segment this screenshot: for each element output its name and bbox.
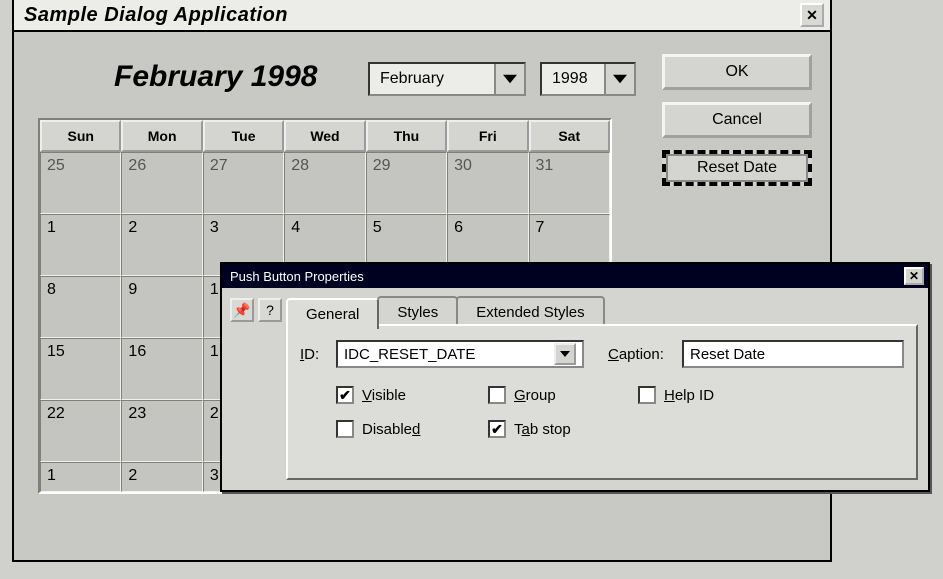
cancel-button[interactable]: Cancel bbox=[662, 102, 812, 138]
checkbox-icon bbox=[488, 386, 506, 404]
month-select[interactable]: February bbox=[368, 62, 526, 96]
tab-extended-styles[interactable]: Extended Styles bbox=[456, 296, 604, 327]
checkbox-icon bbox=[336, 420, 354, 438]
chevron-down-icon bbox=[613, 74, 627, 84]
caption-input[interactable]: Reset Date bbox=[682, 340, 904, 368]
month-select-value: February bbox=[370, 70, 494, 88]
calendar-cell[interactable]: 16 bbox=[121, 338, 202, 400]
properties-tool-icons: 📌 ? bbox=[230, 298, 282, 322]
id-label: ID: bbox=[300, 346, 319, 363]
visible-checkbox[interactable]: ✔ Visible bbox=[336, 386, 406, 404]
disabled-label: Disabled bbox=[362, 421, 420, 438]
caption-label: Caption: bbox=[608, 346, 664, 363]
calendar-header-sun: Sun bbox=[40, 120, 121, 152]
main-dialog-close-button[interactable]: ✕ bbox=[800, 3, 824, 27]
checkbox-icon: ✔ bbox=[488, 420, 506, 438]
properties-panel-general: ID: IDC_RESET_DATE Caption: Reset Date ✔… bbox=[286, 324, 918, 480]
calendar-cell[interactable]: 29 bbox=[366, 152, 447, 214]
helpid-label: Help ID bbox=[664, 387, 714, 404]
chevron-down-icon bbox=[560, 351, 570, 357]
tabstop-label: Tab stop bbox=[514, 421, 571, 438]
checkbox-icon bbox=[638, 386, 656, 404]
checkbox-icon: ✔ bbox=[336, 386, 354, 404]
calendar-cell[interactable]: 9 bbox=[121, 276, 202, 338]
tab-styles-label: Styles bbox=[397, 304, 438, 321]
cancel-button-label: Cancel bbox=[712, 111, 762, 129]
calendar-cell[interactable]: 26 bbox=[121, 152, 202, 214]
main-dialog-title: Sample Dialog Application bbox=[24, 4, 288, 27]
group-label: Group bbox=[514, 387, 556, 404]
calendar-cell[interactable]: 8 bbox=[40, 276, 121, 338]
close-icon: ✕ bbox=[909, 269, 919, 283]
chevron-down-icon bbox=[503, 74, 517, 84]
calendar-cell[interactable]: 1 bbox=[40, 214, 121, 276]
calendar-month-heading: February 1998 bbox=[114, 60, 317, 94]
pin-icon[interactable]: 📌 bbox=[230, 298, 254, 322]
calendar-cell[interactable]: 25 bbox=[40, 152, 121, 214]
year-select[interactable]: 1998 bbox=[540, 62, 636, 96]
calendar-cell[interactable]: 31 bbox=[529, 152, 610, 214]
visible-label: Visible bbox=[362, 387, 406, 404]
tabstop-checkbox[interactable]: ✔ Tab stop bbox=[488, 420, 571, 438]
id-dropdown-button[interactable] bbox=[554, 343, 576, 365]
properties-title: Push Button Properties bbox=[230, 269, 364, 284]
calendar-header-thu: Thu bbox=[366, 120, 447, 152]
help-icon[interactable]: ? bbox=[258, 298, 282, 322]
tab-general-label: General bbox=[306, 306, 359, 323]
properties-window: Push Button Properties ✕ 📌 ? General Sty… bbox=[220, 262, 930, 492]
calendar-cell[interactable]: 1 bbox=[40, 462, 121, 492]
id-value: IDC_RESET_DATE bbox=[344, 346, 475, 363]
disabled-checkbox[interactable]: Disabled bbox=[336, 420, 420, 438]
calendar-header-tue: Tue bbox=[203, 120, 284, 152]
ok-button-label: OK bbox=[725, 63, 748, 81]
ok-button[interactable]: OK bbox=[662, 54, 812, 90]
calendar-cell[interactable]: 22 bbox=[40, 400, 121, 462]
properties-body: 📌 ? General Styles Extended Styles ID: I… bbox=[222, 288, 928, 490]
tab-extended-styles-label: Extended Styles bbox=[476, 304, 584, 321]
properties-tabbar: General Styles Extended Styles bbox=[286, 296, 603, 327]
reset-date-button-label: Reset Date bbox=[697, 159, 777, 177]
caption-value: Reset Date bbox=[690, 346, 765, 363]
calendar-header-wed: Wed bbox=[284, 120, 365, 152]
calendar-cell[interactable]: 2 bbox=[121, 462, 202, 492]
calendar-row: 25262728293031 bbox=[40, 152, 610, 214]
properties-titlebar: Push Button Properties ✕ bbox=[222, 264, 928, 288]
calendar-cell[interactable]: 27 bbox=[203, 152, 284, 214]
close-icon: ✕ bbox=[806, 7, 818, 24]
calendar-cell[interactable]: 23 bbox=[121, 400, 202, 462]
helpid-checkbox[interactable]: Help ID bbox=[638, 386, 714, 404]
tab-styles[interactable]: Styles bbox=[377, 296, 458, 327]
year-select-value: 1998 bbox=[542, 70, 604, 88]
calendar-header-mon: Mon bbox=[121, 120, 202, 152]
group-checkbox[interactable]: Group bbox=[488, 386, 556, 404]
calendar-header-fri: Fri bbox=[447, 120, 528, 152]
main-dialog-titlebar: Sample Dialog Application ✕ bbox=[14, 0, 830, 32]
calendar-cell[interactable]: 15 bbox=[40, 338, 121, 400]
month-select-dropdown-button[interactable] bbox=[494, 64, 524, 94]
id-combobox[interactable]: IDC_RESET_DATE bbox=[336, 340, 584, 368]
reset-date-button[interactable]: Reset Date bbox=[662, 150, 812, 186]
calendar-header-row: Sun Mon Tue Wed Thu Fri Sat bbox=[40, 120, 610, 152]
calendar-cell[interactable]: 28 bbox=[284, 152, 365, 214]
calendar-cell[interactable]: 2 bbox=[121, 214, 202, 276]
tab-general[interactable]: General bbox=[286, 298, 379, 329]
properties-close-button[interactable]: ✕ bbox=[904, 267, 924, 285]
calendar-cell[interactable]: 30 bbox=[447, 152, 528, 214]
year-select-dropdown-button[interactable] bbox=[604, 64, 634, 94]
calendar-header-sat: Sat bbox=[529, 120, 610, 152]
